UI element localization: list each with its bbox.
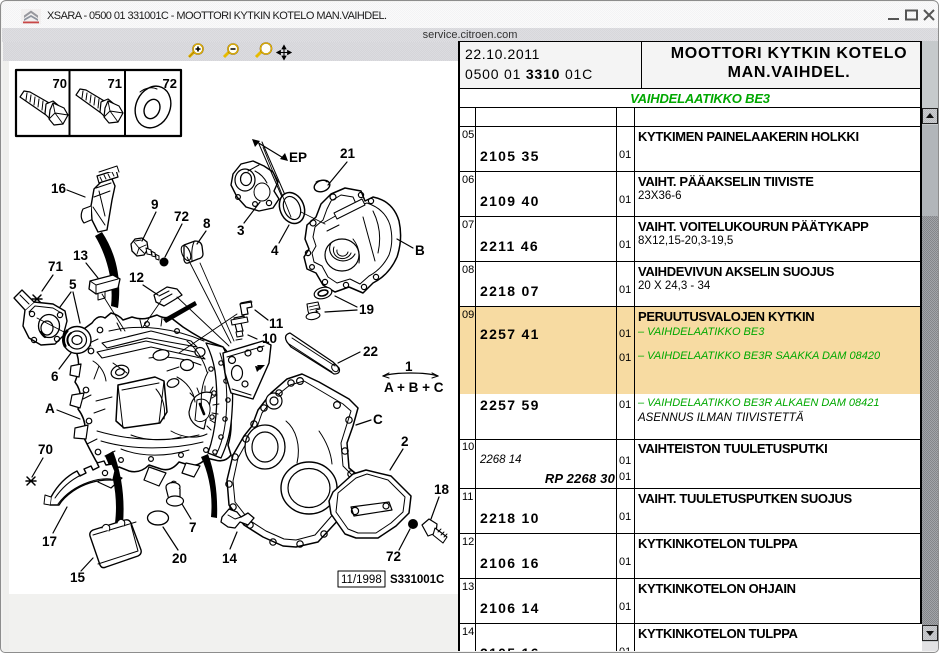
svg-text:71: 71 (108, 76, 122, 91)
svg-text:8: 8 (203, 216, 211, 231)
svg-text:72: 72 (174, 209, 189, 224)
svg-text:70: 70 (53, 76, 67, 91)
svg-text:B: B (415, 243, 425, 258)
svg-text:70: 70 (38, 442, 53, 457)
svg-text:1: 1 (405, 359, 413, 374)
svg-text:A + B + C: A + B + C (384, 380, 444, 395)
svg-text:7: 7 (189, 520, 197, 535)
svg-text:10: 10 (262, 331, 277, 346)
svg-text:22: 22 (363, 344, 378, 359)
svg-text:C: C (373, 412, 383, 427)
svg-text:5: 5 (69, 277, 77, 292)
svg-text:6: 6 (51, 369, 59, 384)
svg-text:15: 15 (70, 570, 86, 585)
svg-text:11: 11 (269, 316, 284, 331)
svg-text:EP: EP (289, 150, 307, 165)
svg-text:71: 71 (48, 259, 64, 274)
svg-text:4: 4 (271, 243, 279, 258)
svg-text:13: 13 (73, 248, 89, 263)
svg-text:A: A (45, 401, 55, 416)
svg-text:17: 17 (42, 534, 57, 549)
svg-text:S331001C: S331001C (390, 574, 444, 586)
svg-text:20: 20 (172, 551, 187, 566)
svg-text:19: 19 (359, 302, 374, 317)
svg-text:21: 21 (340, 146, 356, 161)
svg-text:72: 72 (386, 549, 401, 564)
svg-text:14: 14 (222, 551, 238, 566)
svg-text:16: 16 (51, 181, 67, 196)
svg-text:12: 12 (129, 270, 144, 285)
svg-text:2: 2 (401, 434, 409, 449)
svg-text:3: 3 (237, 223, 245, 238)
svg-text:9: 9 (151, 197, 159, 212)
svg-text:11/1998: 11/1998 (341, 574, 382, 586)
svg-text:18: 18 (434, 482, 450, 497)
